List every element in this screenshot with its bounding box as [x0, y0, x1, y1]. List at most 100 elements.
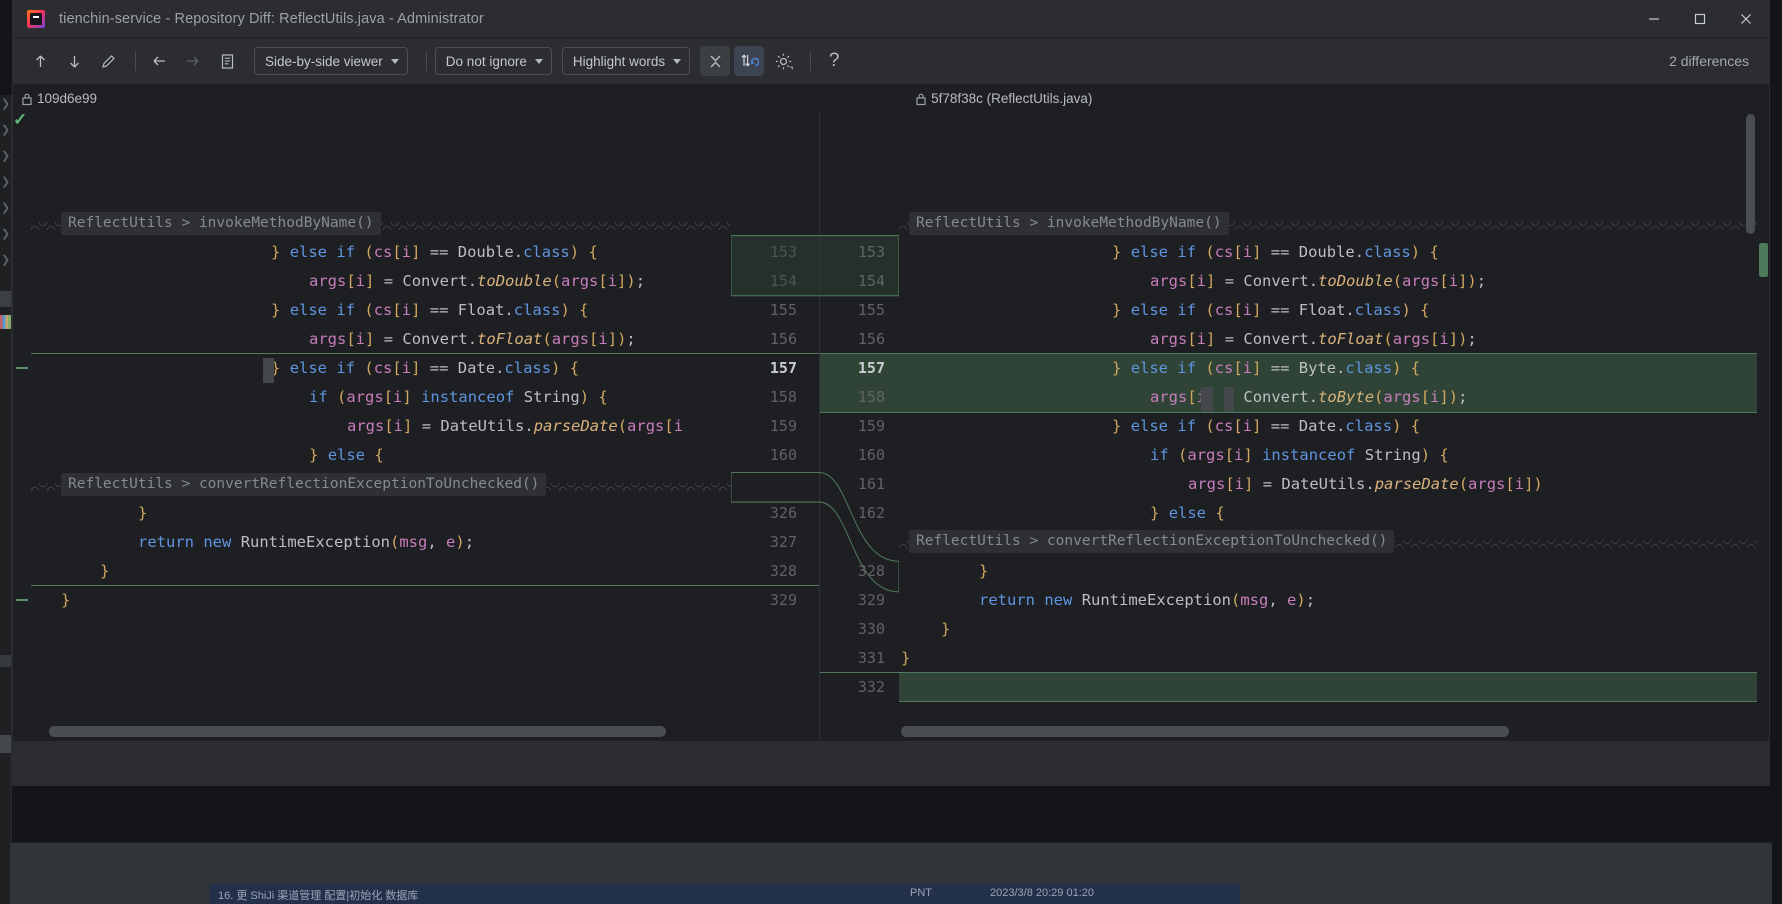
background-row-col3: 2023/3/8 20:29 01:20 [990, 887, 1094, 899]
gear-icon[interactable] [768, 46, 798, 76]
maximize-button[interactable] [1677, 0, 1723, 38]
intellij-idea-icon [27, 9, 45, 28]
viewer-mode-dropdown[interactable]: Side-by-side viewer [254, 47, 408, 75]
code-line[interactable]: } [31, 586, 731, 615]
gutter-diff-border [731, 353, 819, 354]
toolbar-divider [135, 51, 136, 71]
background-window-row: 16. 更 ShiJi 渠道管理 配置|初始化 数据库 PNT 2023/3/8… [210, 884, 1240, 904]
code-line[interactable]: } [899, 615, 1769, 644]
chevron-down-icon [534, 58, 543, 64]
line-number: 153 [769, 243, 797, 261]
left-line-numbers: 153 154 155 156 157 158 159 160 326 327 328 329 [731, 112, 819, 741]
breadcrumb[interactable]: ReflectUtils > convertReflectionExceptio… [61, 473, 547, 496]
help-question-icon[interactable]: ? [819, 46, 849, 76]
code-line[interactable]: } else if (cs[i] == Date.class) { [899, 412, 1769, 441]
code-line[interactable]: } else if (cs[i] == Float.class) { [899, 296, 1769, 325]
line-number: 154 [857, 272, 885, 290]
line-number: 331 [857, 649, 885, 667]
line-number: 155 [857, 301, 885, 319]
line-number: 158 [857, 388, 885, 406]
collapse-unchanged-icon[interactable] [700, 46, 731, 76]
breadcrumb[interactable]: ReflectUtils > invokeMethodByName() [909, 212, 1229, 235]
right-change-marker-column[interactable] [1757, 112, 1769, 741]
line-number: 154 [769, 272, 797, 290]
change-marker[interactable] [1759, 243, 1768, 277]
ignore-mode-dropdown[interactable]: Do not ignore [434, 47, 552, 75]
code-line[interactable]: args[i] = Convert.toDouble(args[i]); [899, 267, 1769, 296]
folded-region[interactable]: ReflectUtils > invokeMethodByName() [899, 209, 1769, 238]
code-line[interactable]: args[i] = DateUtils.parseDate(args[i [31, 412, 731, 441]
minimize-button[interactable] [1631, 0, 1677, 38]
line-number: 162 [857, 504, 885, 522]
code-line[interactable]: } else { [31, 441, 731, 470]
next-difference-button[interactable] [59, 46, 89, 76]
right-horizontal-scrollbar[interactable] [901, 726, 1509, 737]
code-line[interactable]: args[i] = Convert.toByte(args[i]); [899, 383, 1769, 412]
navigate-forward-button[interactable] [178, 46, 208, 76]
navigate-back-button[interactable] [144, 46, 174, 76]
code-line[interactable]: } else if (cs[i] == Byte.class) { [899, 354, 1769, 383]
left-code-area[interactable]: } else if (cs[i] == Double.class) {args[… [31, 112, 731, 741]
code-line[interactable]: args[i] = Convert.toFloat(args[i]); [899, 325, 1769, 354]
right-code-area[interactable]: } else if (cs[i] == Double.class) {args[… [899, 112, 1769, 741]
folded-region[interactable]: ReflectUtils > convertReflectionExceptio… [899, 527, 1769, 556]
code-line[interactable]: } else if (cs[i] == Date.class) { [31, 354, 731, 383]
line-number: 160 [769, 446, 797, 464]
code-line[interactable]: } else { [899, 499, 1769, 528]
rail-swatch [0, 735, 11, 753]
line-number: 326 [769, 504, 797, 522]
diff-gutter: 153 154 155 156 157 158 159 160 326 327 328 329 153… [731, 112, 907, 741]
code-line[interactable]: } [31, 557, 731, 586]
chevron-right-icon: ❯ [1, 150, 11, 162]
code-line[interactable]: args[i] = Convert.toFloat(args[i]); [31, 325, 731, 354]
code-line[interactable]: } [899, 557, 1769, 586]
folded-region[interactable]: ReflectUtils > invokeMethodByName() [31, 209, 731, 238]
code-line[interactable]: } else if (cs[i] == Double.class) { [31, 238, 731, 267]
code-line[interactable]: } [31, 499, 731, 528]
left-editor-pane[interactable]: } else if (cs[i] == Double.class) {args[… [31, 112, 731, 741]
rail-color-indicator [0, 315, 11, 329]
toolbar-divider [810, 51, 812, 71]
chevron-right-icon: ❯ [1, 98, 11, 110]
line-number: 329 [769, 591, 797, 609]
code-line[interactable]: if (args[i] instanceof String) { [899, 441, 1769, 470]
background-row-title: 16. 更 ShiJi 渠道管理 配置|初始化 数据库 [218, 890, 419, 902]
chevron-down-icon [390, 58, 399, 64]
code-line[interactable]: } [899, 644, 1769, 673]
change-marker [16, 367, 28, 369]
right-line-numbers: 153 154 155 156 157 158 159 160 161 162 328 329 330 3… [819, 112, 907, 741]
edit-pencil-icon[interactable] [93, 46, 123, 76]
rail-swatch [0, 655, 11, 667]
right-vertical-scrollbar[interactable] [1746, 114, 1755, 234]
chevron-right-icon: ❯ [1, 176, 11, 188]
code-line[interactable]: } else if (cs[i] == Double.class) { [899, 238, 1769, 267]
folded-region[interactable]: ReflectUtils > convertReflectionExceptio… [31, 470, 731, 499]
close-button[interactable] [1723, 0, 1769, 38]
previous-difference-button[interactable] [25, 46, 55, 76]
line-number: 159 [857, 417, 885, 435]
code-line[interactable] [899, 673, 1769, 702]
code-line[interactable]: args[i] = Convert.toDouble(args[i]); [31, 267, 731, 296]
code-line[interactable]: if (args[i] instanceof String) { [31, 383, 731, 412]
line-number: 330 [857, 620, 885, 638]
code-line[interactable]: return new RuntimeException(msg, e); [899, 586, 1769, 615]
difference-count-label: 2 differences [1669, 53, 1749, 69]
left-revision[interactable]: 109d6e99 [13, 91, 97, 106]
left-change-markers: ✓ [13, 110, 31, 741]
code-line[interactable]: return new RuntimeException(msg, e); [31, 528, 731, 557]
right-revision[interactable]: 5f78f38c (ReflectUtils.java) [915, 91, 1092, 106]
right-editor-pane[interactable]: } else if (cs[i] == Double.class) {args[… [899, 112, 1769, 741]
left-horizontal-scrollbar[interactable] [49, 726, 666, 737]
line-number: 158 [769, 388, 797, 406]
code-line[interactable]: args[i] = DateUtils.parseDate(args[i]) [899, 470, 1769, 499]
chevron-right-icon: ❯ [1, 254, 11, 266]
line-number: 327 [769, 533, 797, 551]
code-line[interactable]: } else if (cs[i] == Float.class) { [31, 296, 731, 325]
chevron-down-icon [673, 58, 682, 64]
highlight-mode-dropdown[interactable]: Highlight words [561, 47, 691, 75]
compare-files-icon[interactable] [212, 46, 242, 76]
breadcrumb[interactable]: ReflectUtils > convertReflectionExceptio… [909, 530, 1395, 553]
chevron-right-icon: ❯ [1, 202, 11, 214]
breadcrumb[interactable]: ReflectUtils > invokeMethodByName() [61, 212, 381, 235]
sync-scroll-icon[interactable] [734, 46, 765, 76]
